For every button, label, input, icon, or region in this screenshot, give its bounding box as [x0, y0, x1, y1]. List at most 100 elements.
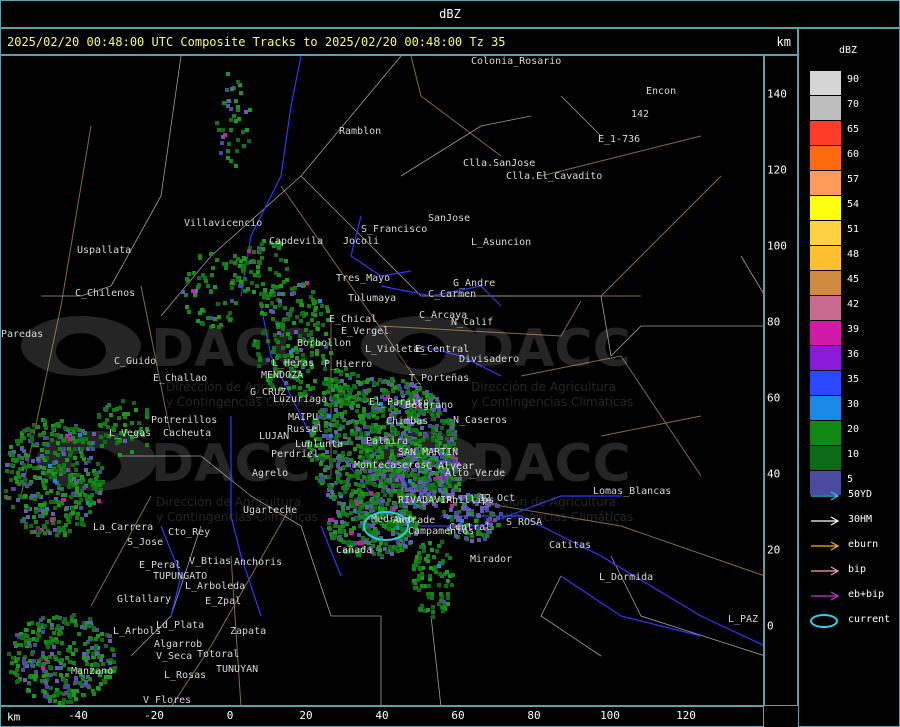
echo-pixel	[300, 312, 304, 316]
echo-pixel	[423, 476, 427, 480]
echo-pixel	[281, 327, 285, 331]
echo-pixel	[100, 466, 104, 470]
echo-pixel	[295, 350, 299, 354]
place-label: Cto_Rey	[168, 527, 210, 538]
echo-pixel	[388, 545, 392, 549]
echo-pixel	[198, 256, 202, 260]
place-label: Perdriel	[271, 449, 319, 460]
legend-track-current: current	[809, 613, 899, 629]
echo-pixel	[370, 454, 374, 458]
echo-pixel	[65, 656, 69, 660]
echo-pixel	[15, 633, 19, 637]
echo-pixel	[234, 99, 238, 103]
echo-pixel	[41, 471, 45, 475]
legend-label-51: 51	[847, 224, 860, 235]
echo-pixel	[400, 390, 404, 394]
echo-pixel	[319, 456, 323, 460]
echo-pixel	[104, 408, 108, 412]
echo-pixel	[334, 430, 338, 434]
echo-pixel	[11, 656, 15, 660]
echo-pixel	[58, 628, 62, 632]
echo-pixel	[445, 570, 449, 574]
echo-pixel	[91, 447, 95, 451]
echo-pixel	[71, 652, 75, 656]
echo-pixel	[113, 423, 117, 427]
legend-label-57: 57	[847, 174, 860, 185]
echo-pixel	[233, 261, 237, 265]
echo-pixel	[130, 450, 134, 454]
echo-pixel	[13, 641, 17, 645]
dbz-legend: dBZ 90 70 65 60 57 54 51 48 45 42 39 36 35 30 20 10 5 50…	[798, 28, 900, 727]
echo-pixel	[435, 549, 439, 553]
echo-pixel	[236, 80, 240, 84]
km-label-top: km	[776, 35, 791, 49]
echo-pixel	[364, 540, 368, 544]
echo-pixel	[417, 574, 421, 578]
echo-pixel	[319, 462, 323, 466]
echo-pixel	[62, 678, 66, 682]
echo-pixel	[74, 623, 78, 627]
place-label: Jocoli	[343, 236, 379, 247]
echo-pixel	[249, 270, 253, 274]
echo-pixel	[348, 420, 352, 424]
echo-pixel	[440, 480, 444, 484]
echo-pixel	[457, 510, 461, 514]
echo-pixel	[313, 323, 317, 327]
echo-pixel	[370, 377, 374, 381]
echo-pixel	[435, 424, 439, 428]
place-label: N_Calif	[451, 317, 493, 328]
echo-pixel	[50, 518, 54, 522]
echo-pixel	[277, 331, 281, 335]
echo-pixel	[389, 474, 393, 478]
echo-pixel	[41, 432, 45, 436]
x-tick-label: -40	[68, 709, 88, 722]
echo-pixel	[405, 391, 409, 395]
echo-pixel	[409, 540, 413, 544]
echo-pixel	[25, 634, 29, 638]
echo-pixel	[401, 379, 405, 383]
echo-pixel	[273, 333, 277, 337]
echo-pixel	[266, 294, 270, 298]
x-tick-label: 0	[226, 709, 234, 722]
echo-pixel	[145, 415, 149, 419]
echo-pixel	[439, 592, 443, 596]
echo-pixel	[103, 440, 107, 444]
place-label: Borbollon	[297, 338, 351, 349]
map-title: 2025/02/20 00:48:00 UTC Composite Tracks…	[7, 35, 506, 49]
place-label: Palmira	[366, 436, 408, 447]
place-label: T_Porteñas	[409, 373, 469, 384]
echo-pixel	[292, 291, 296, 295]
echo-pixel	[16, 471, 20, 475]
place-label: LUJAN	[259, 431, 289, 442]
place-label: E_Peral	[139, 560, 181, 571]
echo-pixel	[63, 533, 67, 537]
echo-pixel	[246, 287, 250, 291]
wm-line2-2: y Contingencias Climáticas	[471, 395, 633, 409]
echo-pixel	[32, 423, 36, 427]
place-label: S_Francisco	[361, 224, 427, 235]
echo-pixel	[28, 659, 32, 663]
map-canvas[interactable]: DACC DACC DACC DACC Dirección de Agricul…	[1, 56, 764, 706]
echo-pixel	[415, 430, 419, 434]
echo-pixel	[345, 522, 349, 526]
legend-swatch-45	[810, 271, 841, 295]
place-label: C_Carmen	[428, 289, 476, 300]
echo-pixel	[403, 544, 407, 548]
track-arrow-icon	[811, 591, 840, 601]
echo-pixel	[27, 681, 31, 685]
echo-pixel	[380, 455, 384, 459]
echo-pixel	[329, 460, 333, 464]
echo-pixel	[84, 468, 88, 472]
x-axis-unit: km	[7, 710, 21, 724]
radar-map[interactable]: DACC DACC DACC DACC Dirección de Agricul…	[0, 55, 764, 706]
echo-pixel	[33, 497, 37, 501]
x-tick-label: 60	[451, 709, 465, 722]
echo-pixel	[327, 475, 331, 479]
echo-pixel	[419, 545, 423, 549]
echo-pixel	[121, 399, 125, 403]
echo-pixel	[260, 256, 264, 260]
echo-pixel	[242, 264, 246, 268]
echo-pixel	[23, 494, 27, 498]
echo-pixel	[334, 384, 338, 388]
echo-pixel	[11, 458, 15, 462]
